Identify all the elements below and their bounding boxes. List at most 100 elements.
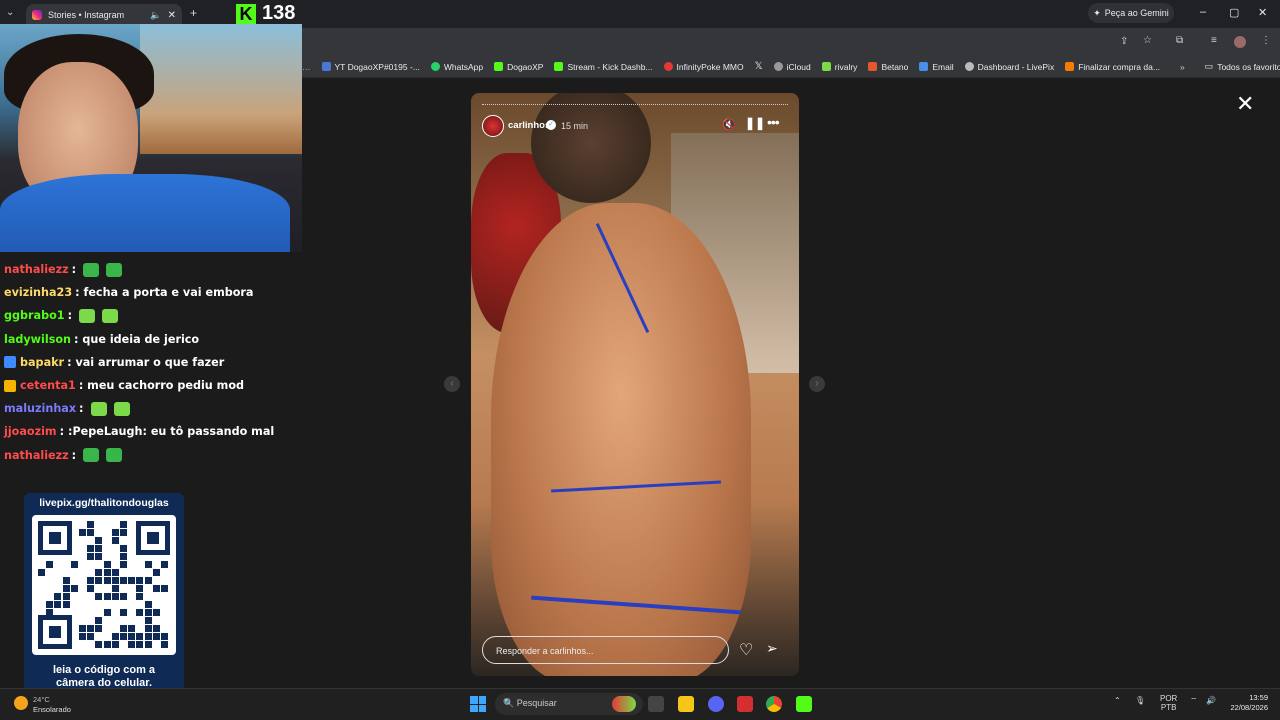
microphone-icon[interactable]: 🎙 (1135, 696, 1145, 705)
favorites-label: Todos os favoritos (1217, 61, 1280, 72)
qr-url: livepix.gg/thalitondouglas (39, 497, 169, 509)
chat-username[interactable]: jjoaozim (4, 425, 57, 438)
bookmark-item[interactable]: Stream - Kick Dashb... (554, 62, 653, 72)
chat-message: bapakr: vai arrumar o que fazer (4, 351, 300, 374)
story-media[interactable] (471, 93, 799, 676)
clock-date: 22/08/2026 (1230, 703, 1268, 712)
bookmark-item[interactable]: Finalizar compra da... (1065, 62, 1160, 72)
chat-text: : (71, 263, 77, 277)
bookmark-item[interactable]: InfinityPoke MMO (663, 62, 744, 72)
menu-icon[interactable]: ⋮ (1261, 35, 1271, 46)
chat-username[interactable]: evizinha23 (4, 286, 72, 299)
minimize-button[interactable]: – (1200, 6, 1206, 18)
like-heart-icon[interactable]: ♡ (739, 640, 753, 660)
chat-username[interactable]: maluzinhax (4, 402, 76, 415)
chat-username[interactable]: ggbrabo1 (4, 309, 65, 322)
wifi-icon[interactable]: ⌔ (1190, 696, 1198, 706)
mute-icon[interactable]: 🔇 (722, 118, 736, 131)
bookmark-label: Finalizar compra da... (1078, 61, 1160, 72)
close-window-button[interactable]: ✕ (1258, 6, 1267, 19)
streamer-webcam (0, 24, 302, 252)
volume-icon[interactable]: 🔊 (1206, 696, 1216, 705)
chat-badge-icon (4, 356, 16, 369)
chat-emote-icon (90, 401, 107, 416)
tray-overflow-icon[interactable]: ⌃ (1114, 696, 1121, 705)
bookmark-item[interactable]: Dashboard - LivePix (964, 62, 1054, 72)
weather-temp: 24°C (33, 695, 50, 704)
clock[interactable]: 13:59 22/08/2026 (1218, 693, 1268, 713)
file-explorer-icon[interactable] (678, 696, 694, 712)
x-icon: 𝕏 (754, 61, 763, 72)
chat-text: : (67, 309, 73, 323)
weather-text: Ensolarado (33, 705, 71, 714)
bookmark-label: Betano (881, 61, 909, 72)
bookmark-item[interactable]: WhatsApp (430, 61, 484, 72)
maximize-button[interactable]: ▢ (1229, 6, 1239, 19)
chat-message: ggbrabo1: (4, 304, 300, 327)
chat-username[interactable]: bapakr (20, 356, 64, 369)
chat-message: cetenta1: meu cachorro pediu mod (4, 374, 300, 397)
chat-text: : :PepeLaugh: eu tô passando mal (59, 425, 275, 439)
chat-text: : fecha a porta e vai embora (75, 286, 254, 300)
story-avatar[interactable] (482, 115, 504, 137)
media-controls-icon[interactable]: ≡ (1211, 35, 1217, 46)
chat-username[interactable]: nathaliezz (4, 263, 69, 276)
bookmark-item[interactable]: iCloud (773, 62, 811, 72)
more-options-icon[interactable]: ••• (767, 114, 780, 130)
kick-logo-icon: K (236, 3, 256, 24)
task-view-icon[interactable] (648, 696, 664, 712)
previous-story-button[interactable]: ‹ (444, 376, 460, 392)
bookmark-item[interactable]: DogaoXP (494, 62, 543, 72)
chat-emote-icon (83, 262, 100, 277)
new-tab-button[interactable]: + (190, 6, 197, 20)
kick-icon (554, 62, 564, 71)
viewer-count: 138 (262, 2, 296, 24)
tab-instagram-stories[interactable]: Stories • Instagram 🔈 ✕ (26, 4, 182, 26)
story-progress-bar (482, 104, 788, 106)
all-favorites-button[interactable]: ▭ Todos os favoritos (1205, 61, 1280, 72)
kick-app-icon[interactable] (796, 696, 812, 712)
chat-text: : vai arrumar o que fazer (67, 355, 225, 369)
bookmark-item[interactable]: Betano (868, 62, 908, 72)
chat-username[interactable]: ladywilson (4, 333, 71, 346)
discord-icon[interactable] (708, 696, 724, 712)
tab-search-icon[interactable]: ⌄ (6, 7, 14, 18)
bookmarks-overflow-left-icon[interactable]: … (302, 62, 311, 72)
bookmark-item[interactable]: YT DogaoXP#0195 -... (321, 62, 420, 72)
chat-username[interactable]: cetenta1 (20, 379, 76, 392)
chat-message: ladywilson: que ideia de jerico (4, 328, 300, 351)
chat-username[interactable]: nathaliezz (4, 449, 69, 462)
share-send-icon[interactable]: ➢ (766, 640, 778, 657)
next-story-button[interactable]: › (809, 376, 825, 392)
tab-close-icon[interactable]: ✕ (168, 10, 176, 21)
bookmarks-overflow-icon[interactable]: » (1180, 62, 1185, 72)
tab-audio-icon[interactable]: 🔈 (150, 10, 161, 21)
gemini-button[interactable]: ✦ Peça ao Gemini (1088, 3, 1174, 23)
install-app-icon[interactable]: ⇪ (1120, 36, 1128, 47)
chat-message: nathaliezz: (4, 444, 300, 467)
whatsapp-icon (430, 62, 440, 71)
bookmark-item[interactable]: rivalry (821, 62, 857, 72)
pause-icon[interactable]: ❚❚ (745, 116, 765, 130)
close-story-icon[interactable]: ✕ (1236, 93, 1254, 115)
chat-emote-icon (79, 308, 96, 323)
bookmark-item[interactable]: 𝕏 (755, 61, 763, 72)
chrome-icon[interactable] (766, 696, 782, 712)
bookmark-label: WhatsApp (443, 61, 484, 72)
chat-text: : que ideia de jerico (74, 332, 200, 346)
qr-instructions: leia o código com a câmera do celular. (24, 664, 184, 690)
language-indicator[interactable]: POR PTB (1160, 694, 1177, 712)
extensions-icon[interactable]: ⧉ (1176, 35, 1183, 46)
kick-icon (494, 62, 504, 71)
verified-badge-icon: ✓ (546, 120, 556, 130)
start-button[interactable] (470, 696, 486, 712)
icloud-icon (773, 62, 783, 71)
search-highlight-icon[interactable] (612, 696, 636, 712)
reply-input[interactable]: Responder a carlinhos... (482, 636, 729, 664)
folder-icon: ▭ (1204, 61, 1214, 71)
story-username[interactable]: carlinhos (508, 120, 550, 131)
bookmark-item[interactable]: Email (919, 62, 954, 72)
bookmark-star-icon[interactable]: ☆ (1143, 35, 1152, 46)
profile-avatar[interactable] (1234, 36, 1246, 48)
red-app-icon[interactable] (737, 696, 753, 712)
